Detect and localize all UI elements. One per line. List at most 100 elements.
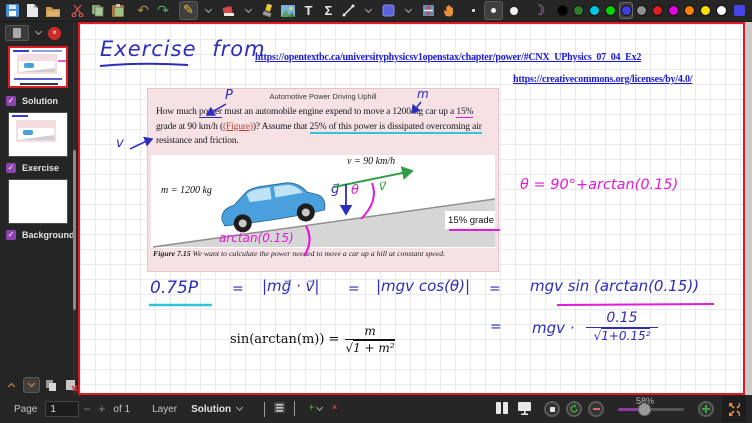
select-tool-dropdown[interactable] bbox=[399, 1, 418, 20]
mass-label: m = 1200 kg bbox=[161, 185, 212, 196]
mini-equation-2 bbox=[20, 83, 58, 85]
color-red-button[interactable] bbox=[650, 2, 665, 19]
source-link[interactable]: https://opentextbc.ca/universityphysicsv… bbox=[255, 52, 641, 63]
text-tool-button[interactable]: T bbox=[299, 1, 318, 20]
color-cyan-button[interactable] bbox=[587, 2, 602, 19]
moon-icon: ☽ bbox=[533, 4, 546, 18]
layer-thumbnail-background[interactable] bbox=[8, 179, 68, 224]
presentation-mode-button[interactable] bbox=[513, 401, 536, 418]
math-tex-button[interactable]: Σ bbox=[319, 1, 338, 20]
checkbox-checked-icon[interactable]: ✓ bbox=[6, 96, 16, 106]
insert-image-button[interactable] bbox=[279, 1, 298, 20]
dual-page-icon bbox=[495, 401, 509, 415]
zoom-slider-knob[interactable] bbox=[638, 403, 651, 416]
shape-tool-button[interactable] bbox=[339, 1, 358, 20]
chevron-down-icon[interactable] bbox=[35, 28, 42, 35]
latex-lhs: sin(arctan(m)) = bbox=[230, 332, 339, 347]
hand-tool-button[interactable] bbox=[439, 1, 458, 20]
shape-recognizer-button[interactable]: ☽ bbox=[530, 1, 549, 20]
sidebar-scrollbar[interactable] bbox=[73, 22, 76, 395]
save-button[interactable] bbox=[3, 1, 22, 20]
figure-reference-link[interactable]: (Figure) bbox=[223, 122, 253, 132]
layer-thumbnail-exercise[interactable] bbox=[8, 112, 68, 157]
previous-page-button[interactable]: − bbox=[79, 402, 94, 416]
text-tool-icon: T bbox=[304, 3, 312, 18]
chevron-down-icon[interactable] bbox=[316, 404, 323, 411]
zoom-slider[interactable]: 58% bbox=[618, 408, 684, 411]
eraser-tool-dropdown[interactable] bbox=[239, 1, 258, 20]
color-magenta-button[interactable] bbox=[666, 2, 681, 19]
select-tool-button[interactable] bbox=[379, 1, 398, 20]
scrollbar-thumb[interactable] bbox=[73, 150, 76, 310]
redo-button[interactable]: ↷ bbox=[154, 1, 173, 20]
copy-button[interactable] bbox=[88, 1, 107, 20]
heading-word-exercise: Exercise bbox=[100, 37, 197, 61]
undo-button[interactable]: ↶ bbox=[134, 1, 153, 20]
zoom-out-button[interactable] bbox=[588, 401, 604, 417]
pen-size-thick-button[interactable] bbox=[504, 1, 523, 20]
cut-button[interactable] bbox=[68, 1, 87, 20]
zoom-fit-button[interactable] bbox=[544, 401, 560, 417]
canvas-page[interactable]: Exercise from https://opentextbc.ca/univ… bbox=[78, 22, 745, 395]
checkbox-checked-icon[interactable]: ✓ bbox=[6, 163, 16, 173]
license-link[interactable]: https://creativecommons.org/licenses/by/… bbox=[513, 74, 692, 85]
gravity-vector-label: g⃗ bbox=[331, 182, 339, 197]
color-picker-button[interactable] bbox=[730, 1, 749, 20]
checkbox-checked-icon[interactable]: ✓ bbox=[6, 230, 16, 240]
chevron-down-icon bbox=[245, 5, 252, 12]
next-page-button[interactable]: + bbox=[94, 402, 109, 416]
dual-page-view-button[interactable] bbox=[491, 401, 513, 418]
latex-fraction: m √1 + m² bbox=[345, 324, 394, 355]
new-document-icon bbox=[27, 4, 38, 17]
layer-select-dropdown[interactable]: Solution bbox=[185, 403, 248, 416]
pen-size-medium-button[interactable] bbox=[484, 1, 503, 20]
refresh-icon bbox=[569, 404, 579, 414]
highlighter-tool-button[interactable] bbox=[259, 1, 278, 20]
color-green-button[interactable] bbox=[603, 2, 618, 19]
pen-tool-button[interactable]: ✎ bbox=[179, 1, 198, 20]
previous-layer-button[interactable] bbox=[260, 402, 269, 416]
layer-row-background[interactable]: ✓ Background bbox=[6, 230, 75, 240]
zoom-in-button[interactable] bbox=[698, 401, 714, 417]
color-black-button[interactable] bbox=[555, 2, 570, 19]
layer-label: Background bbox=[22, 230, 75, 240]
close-sidebar-button[interactable]: × bbox=[48, 27, 61, 40]
figure-caption: Figure 7.15 We want to calculate the pow… bbox=[153, 249, 495, 258]
color-yellow-button[interactable] bbox=[698, 2, 713, 19]
duplicate-layer-button[interactable] bbox=[43, 377, 60, 393]
color-orange-button[interactable] bbox=[682, 2, 697, 19]
new-document-button[interactable] bbox=[23, 1, 42, 20]
preview-layout-button[interactable] bbox=[5, 25, 29, 41]
fullscreen-button[interactable] bbox=[722, 396, 746, 422]
toolbar-separator bbox=[63, 4, 67, 18]
layer-thumbnail-solution[interactable] bbox=[8, 46, 68, 88]
color-white-button[interactable] bbox=[714, 2, 729, 19]
fullscreen-arrows-icon bbox=[728, 402, 740, 417]
layer-row-solution[interactable]: ✓ Solution bbox=[6, 96, 58, 106]
sidebar-nav bbox=[0, 377, 80, 393]
magenta-swatch-icon bbox=[668, 5, 679, 16]
layer-overview-button[interactable] bbox=[269, 401, 290, 417]
paste-button[interactable] bbox=[108, 1, 127, 20]
equation-line3-prefix: mgv · bbox=[532, 319, 575, 337]
move-layer-up-button[interactable] bbox=[3, 377, 20, 393]
page-number-input[interactable] bbox=[45, 401, 79, 417]
pen-size-fine-button[interactable] bbox=[464, 1, 483, 20]
eraser-tool-button[interactable] bbox=[219, 1, 238, 20]
open-button[interactable] bbox=[43, 1, 62, 20]
move-layer-down-button[interactable] bbox=[23, 377, 40, 393]
pen-tool-dropdown[interactable] bbox=[199, 1, 218, 20]
layer-row-exercise[interactable]: ✓ Exercise bbox=[6, 163, 59, 173]
color-blue-button[interactable] bbox=[619, 2, 634, 19]
zoom-original-button[interactable] bbox=[566, 401, 582, 417]
delete-layer-button[interactable] bbox=[63, 377, 80, 393]
next-layer-button[interactable] bbox=[290, 402, 299, 416]
page-label: Page bbox=[14, 404, 37, 415]
annotation-m: m bbox=[417, 87, 429, 101]
image-icon bbox=[281, 5, 295, 17]
shape-tool-dropdown[interactable] bbox=[359, 1, 378, 20]
color-gray-button[interactable] bbox=[634, 2, 649, 19]
color-darkgreen-button[interactable] bbox=[571, 2, 586, 19]
vertical-select-button[interactable] bbox=[419, 1, 438, 20]
chevron-down-icon bbox=[365, 5, 372, 12]
